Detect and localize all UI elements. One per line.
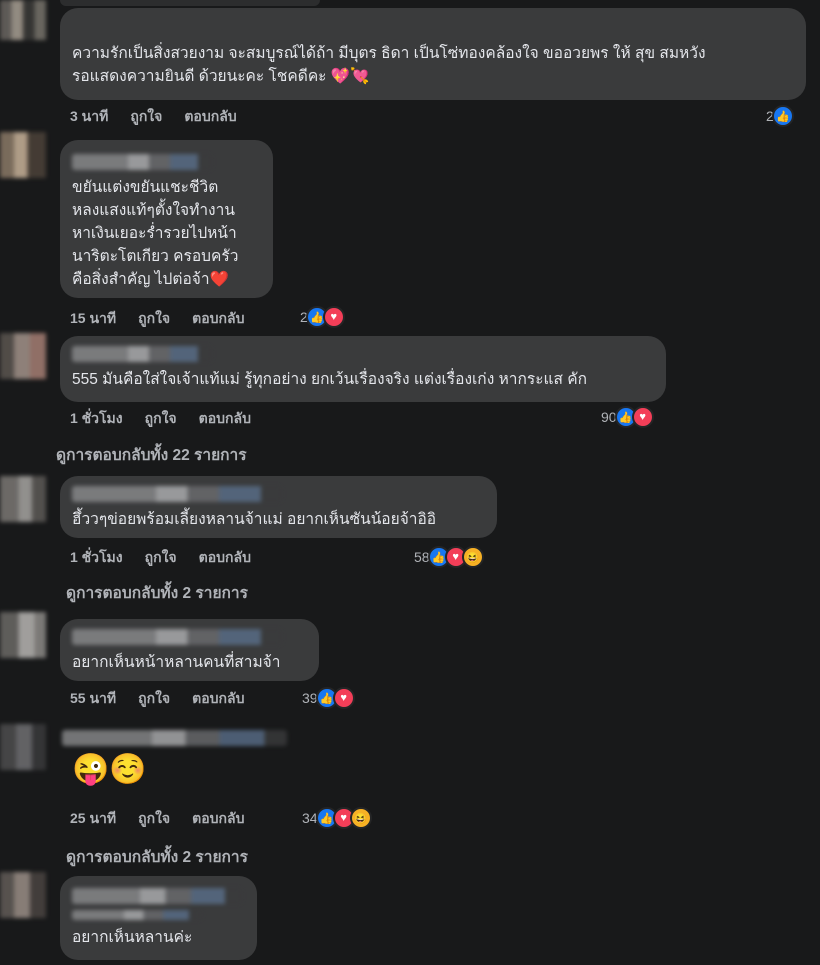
love-icon: ♥	[631, 406, 654, 428]
reaction-summary[interactable]: 34 👍 ♥ 😆	[302, 807, 372, 829]
like-button[interactable]: ถูกใจ	[138, 688, 170, 710]
view-replies-link[interactable]: ดูการตอบกลับทั้ง 2 รายการ	[66, 580, 248, 605]
reaction-summary[interactable]: 2 👍	[766, 105, 794, 127]
reaction-summary[interactable]: 90 👍 ♥	[601, 406, 654, 428]
haha-icon: 😆	[349, 807, 372, 829]
like-button[interactable]: ถูกใจ	[138, 808, 170, 830]
reply-button[interactable]: ตอบกลับ	[199, 408, 251, 430]
comment-actions: 15 นาที ถูกใจ ตอบกลับ	[70, 308, 244, 330]
comment-bubble: อยากเห็นหน้าหลานคนที่สามจ้า	[60, 619, 319, 681]
avatar[interactable]	[0, 333, 46, 379]
commenter-name[interactable]	[72, 629, 282, 645]
avatar[interactable]	[0, 724, 46, 770]
avatar[interactable]	[0, 476, 46, 522]
comment-bubble: อยากเห็นหลานค่ะ	[60, 876, 257, 960]
reply-button[interactable]: ตอบกลับ	[184, 106, 236, 128]
commenter-name[interactable]	[72, 888, 242, 904]
like-icon: 👍	[771, 105, 794, 127]
reaction-summary[interactable]: 2 👍 ♥	[300, 306, 345, 328]
comment-bubble: ขยันแต่งขยันแชะชีวิต หลงแสงแท้ๆตั้งใจทำง…	[60, 140, 273, 298]
avatar[interactable]	[0, 612, 46, 658]
comment-actions: 55 นาที ถูกใจ ตอบกลับ	[70, 688, 244, 710]
commenter-name[interactable]	[62, 730, 287, 746]
comment-actions: 1 ชั่วโมง ถูกใจ ตอบกลับ	[70, 408, 251, 430]
like-button[interactable]: ถูกใจ	[130, 106, 162, 128]
avatar[interactable]	[0, 0, 46, 40]
top-edge	[60, 0, 320, 6]
comment-actions: 1 ชั่วโมง ถูกใจ ตอบกลับ	[70, 547, 251, 569]
reply-button[interactable]: ตอบกลับ	[199, 547, 251, 569]
reaction-summary[interactable]: 39 👍 ♥	[302, 687, 355, 709]
love-icon: ♥	[332, 687, 355, 709]
avatar[interactable]	[0, 872, 46, 918]
comment-time[interactable]: 3 นาที	[70, 106, 108, 128]
commenter-name[interactable]	[72, 346, 212, 362]
comment-text: อยากเห็นหลานค่ะ	[72, 929, 193, 946]
comment-emoji-text: 😜☺️	[72, 753, 147, 786]
comment-text: ฮึ้ววๆข่อยพร้อมเลี้ยงหลานจ้าแม่ อยากเห็น…	[72, 511, 437, 528]
comment-text: ขยันแต่งขยันแชะชีวิต หลงแสงแท้ๆตั้งใจทำง…	[72, 179, 239, 288]
comment-time[interactable]: 55 นาที	[70, 688, 116, 710]
comment-text: อยากเห็นหน้าหลานคนที่สามจ้า	[72, 654, 281, 671]
comment-actions: 3 นาที ถูกใจ ตอบกลับ	[70, 106, 237, 128]
reply-button[interactable]: ตอบกลับ	[192, 808, 244, 830]
comment-text: 555 มันคือใส่ใจเจ้าแท้แม่ รู้ทุกอย่าง ยก…	[72, 371, 588, 388]
haha-icon: 😆	[461, 546, 484, 568]
comment-time[interactable]: 1 ชั่วโมง	[70, 408, 123, 430]
comment-actions: 25 นาที ถูกใจ ตอบกลับ	[70, 808, 244, 830]
reaction-summary[interactable]: 58 👍 ♥ 😆	[414, 546, 484, 568]
commenter-name-secondary	[72, 910, 202, 920]
like-button[interactable]: ถูกใจ	[145, 547, 177, 569]
reply-button[interactable]: ตอบกลับ	[192, 308, 244, 330]
like-button[interactable]: ถูกใจ	[138, 308, 170, 330]
reply-button[interactable]: ตอบกลับ	[192, 688, 244, 710]
comment-bubble: ฮึ้ววๆข่อยพร้อมเลี้ยงหลานจ้าแม่ อยากเห็น…	[60, 476, 497, 538]
comment-bubble: ความรักเป็นสิ่งสวยงาม จะสมบูรณ์ได้ถ้า มี…	[60, 8, 806, 100]
view-replies-link[interactable]: ดูการตอบกลับทั้ง 2 รายการ	[66, 844, 248, 869]
commenter-name[interactable]	[72, 486, 282, 502]
commenter-name[interactable]	[72, 154, 212, 170]
avatar[interactable]	[0, 132, 46, 178]
like-button[interactable]: ถูกใจ	[145, 408, 177, 430]
comment-time[interactable]: 15 นาที	[70, 308, 116, 330]
view-replies-link[interactable]: ดูการตอบกลับทั้ง 22 รายการ	[56, 442, 247, 467]
comment-time[interactable]: 25 นาที	[70, 808, 116, 830]
comment-bubble: 555 มันคือใส่ใจเจ้าแท้แม่ รู้ทุกอย่าง ยก…	[60, 336, 666, 402]
love-icon: ♥	[322, 306, 345, 328]
comment-text: ความรักเป็นสิ่งสวยงาม จะสมบูรณ์ได้ถ้า มี…	[72, 45, 706, 85]
comment-time[interactable]: 1 ชั่วโมง	[70, 547, 123, 569]
